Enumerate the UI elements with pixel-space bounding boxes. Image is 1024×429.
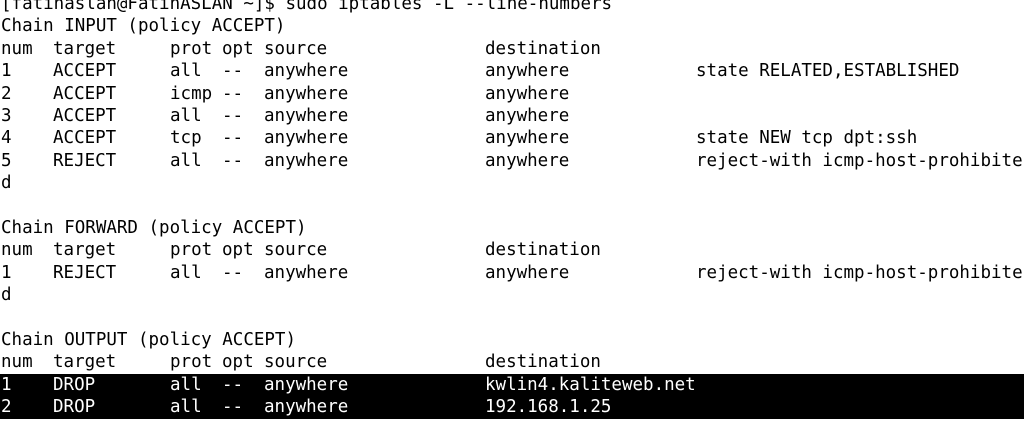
header-prot: prot <box>170 38 213 59</box>
rule-cell-opt: -- <box>222 262 244 283</box>
rule-cell-extra: reject-with icmp-host-prohibite <box>696 150 1023 171</box>
rule-cell-destination: anywhere <box>485 128 570 149</box>
header-num: num <box>1 240 33 261</box>
rule-cell-opt: -- <box>222 128 244 149</box>
rule-cell-source: anywhere <box>264 128 349 149</box>
rule-cell-opt: -- <box>222 397 244 418</box>
rule-cell-extra: reject-with icmp-host-prohibite <box>696 262 1023 283</box>
command-line: [fatihaslan@FatihASLAN ~]$ sudo iptables… <box>1 0 613 14</box>
rule-cell-opt: -- <box>222 61 244 82</box>
rule-row: 1 REJECT all -- anywhere anywhere reject-with … <box>0 262 1024 284</box>
rule-cell-source: anywhere <box>264 374 349 395</box>
rule-row: 2 DROP all -- anywhere 192.168.1.25 <box>0 396 1024 419</box>
rule-row: 1 ACCEPT all -- anywhere anywhere state RELATE… <box>0 60 1024 82</box>
header-opt: opt <box>222 38 254 59</box>
chain-header-row: num target prot opt source destination <box>0 239 1024 261</box>
rule-cell-opt: -- <box>222 83 244 104</box>
wrapped-text: d <box>1 173 12 194</box>
header-prot: prot <box>170 240 213 261</box>
header-num: num <box>1 38 33 59</box>
rule-cell-num: 1 <box>1 61 12 82</box>
rule-cell-destination: anywhere <box>485 150 570 171</box>
rule-cell-prot: all <box>170 61 202 82</box>
rule-cell-source: anywhere <box>264 150 349 171</box>
rule-cell-opt: -- <box>222 150 244 171</box>
rule-row: 2 ACCEPT icmp -- anywhere anywhere <box>0 83 1024 105</box>
rule-cell-target: DROP <box>53 397 96 418</box>
rule-cell-prot: all <box>170 397 202 418</box>
wrapped-text: d <box>1 285 12 306</box>
header-source: source <box>264 352 328 373</box>
header-opt: opt <box>222 352 254 373</box>
rule-row: 1 DROP all -- anywhere kwlin4.kaliteweb.net <box>0 373 1024 397</box>
header-destination: destination <box>485 352 601 373</box>
rule-cell-target: REJECT <box>53 150 117 171</box>
rule-cell-prot: all <box>170 374 202 395</box>
rule-cell-prot: all <box>170 150 202 171</box>
rule-cell-destination: 192.168.1.25 <box>485 397 612 418</box>
rule-cell-num: 2 <box>1 397 12 418</box>
rule-cell-num: 4 <box>1 128 12 149</box>
rule-cell-prot: all <box>170 106 202 126</box>
rule-cell-target: DROP <box>53 374 96 395</box>
rule-cell-source: anywhere <box>264 397 349 418</box>
rule-cell-num: 3 <box>1 106 12 126</box>
rule-row: 5 REJECT all -- anywhere anywhere reject-with … <box>0 150 1024 172</box>
rule-cell-source: anywhere <box>264 106 349 126</box>
chain-header-row: num target prot opt source destination <box>0 38 1024 60</box>
rule-row: 4 ACCEPT tcp -- anywhere anywhere state NEW tc… <box>0 127 1024 149</box>
rule-cell-destination: anywhere <box>485 106 570 126</box>
rule-cell-source: anywhere <box>264 83 349 104</box>
header-prot: prot <box>170 352 213 373</box>
header-target: target <box>53 240 117 261</box>
header-target: target <box>53 38 117 59</box>
chain-title: Chain OUTPUT (policy ACCEPT) <box>1 330 297 350</box>
rule-cell-opt: -- <box>222 374 244 395</box>
chain-title: Chain INPUT (policy ACCEPT) <box>1 16 286 37</box>
header-source: source <box>264 38 328 59</box>
rule-cell-target: ACCEPT <box>53 128 117 149</box>
rule-cell-num: 2 <box>1 83 12 104</box>
rule-cell-destination: kwlin4.kaliteweb.net <box>485 374 696 395</box>
header-num: num <box>1 352 33 373</box>
rule-cell-target: ACCEPT <box>53 83 117 104</box>
rule-cell-destination: anywhere <box>485 61 570 82</box>
rule-cell-extra: state NEW tcp dpt:ssh <box>696 128 918 149</box>
rule-cell-prot: all <box>170 262 202 283</box>
header-destination: destination <box>485 240 601 261</box>
rule-cell-num: 1 <box>1 262 12 283</box>
chain-header-row: num target prot opt source destination <box>0 351 1024 373</box>
rule-cell-destination: anywhere <box>485 83 570 104</box>
rule-cell-opt: -- <box>222 106 244 126</box>
rule-cell-target: ACCEPT <box>53 106 117 126</box>
header-destination: destination <box>485 38 601 59</box>
rule-cell-extra: state RELATED,ESTABLISHED <box>696 61 960 82</box>
rule-cell-source: anywhere <box>264 61 349 82</box>
rule-cell-source: anywhere <box>264 262 349 283</box>
chain-title: Chain FORWARD (policy ACCEPT) <box>1 218 307 238</box>
rule-cell-destination: anywhere <box>485 262 570 283</box>
header-source: source <box>264 240 328 261</box>
terminal-window[interactable]: [fatihaslan@FatihASLAN ~]$ sudo iptables… <box>0 0 1024 429</box>
rule-cell-target: REJECT <box>53 262 117 283</box>
rule-cell-num: 5 <box>1 150 12 171</box>
rule-cell-prot: tcp <box>170 128 202 149</box>
rule-cell-target: ACCEPT <box>53 61 117 82</box>
rule-cell-num: 1 <box>1 374 12 395</box>
header-opt: opt <box>222 240 254 261</box>
rule-cell-prot: icmp <box>170 83 213 104</box>
rule-row: 3 ACCEPT all -- anywhere anywhere <box>0 105 1024 127</box>
header-target: target <box>53 352 117 373</box>
